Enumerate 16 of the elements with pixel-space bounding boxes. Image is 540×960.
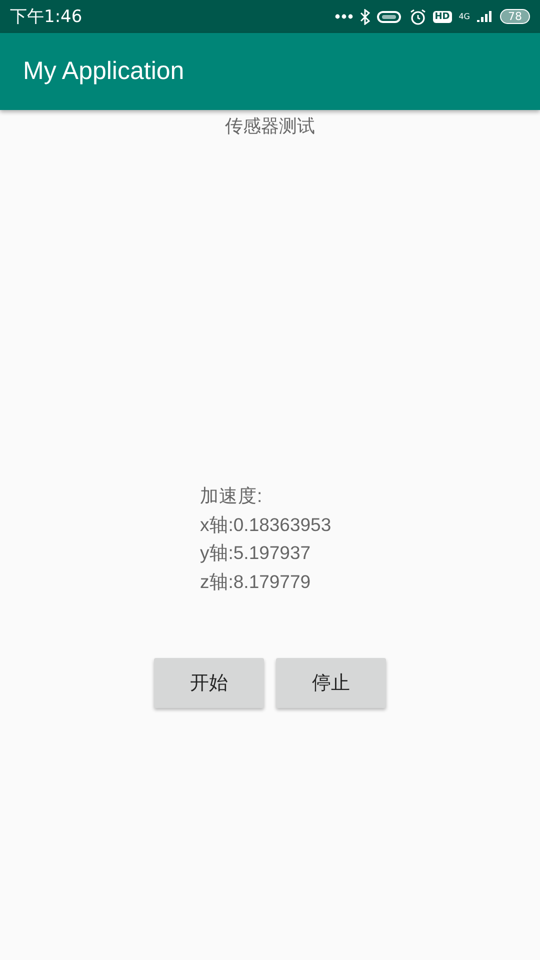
- bluetooth-icon: [360, 8, 370, 24]
- hd-badge: HD: [432, 10, 452, 22]
- reading-text: y轴:5.197937: [200, 541, 311, 565]
- reading-text: z轴:8.179779: [200, 570, 311, 594]
- reading-text: x轴:0.18363953: [200, 512, 332, 536]
- start-button[interactable]: 开始: [154, 658, 264, 708]
- alarm-icon: [410, 8, 426, 24]
- more-icon: [334, 14, 353, 19]
- page-heading: 传感器测试: [225, 115, 315, 138]
- reading-text: 加速度:: [200, 484, 262, 508]
- network-type: 4G: [458, 12, 470, 21]
- status-time: 下午1:46: [10, 6, 82, 28]
- signal-icon: [477, 10, 493, 24]
- battery-level: 78: [500, 9, 530, 24]
- stop-button[interactable]: 停止: [276, 658, 386, 708]
- app-title: My Application: [23, 57, 184, 86]
